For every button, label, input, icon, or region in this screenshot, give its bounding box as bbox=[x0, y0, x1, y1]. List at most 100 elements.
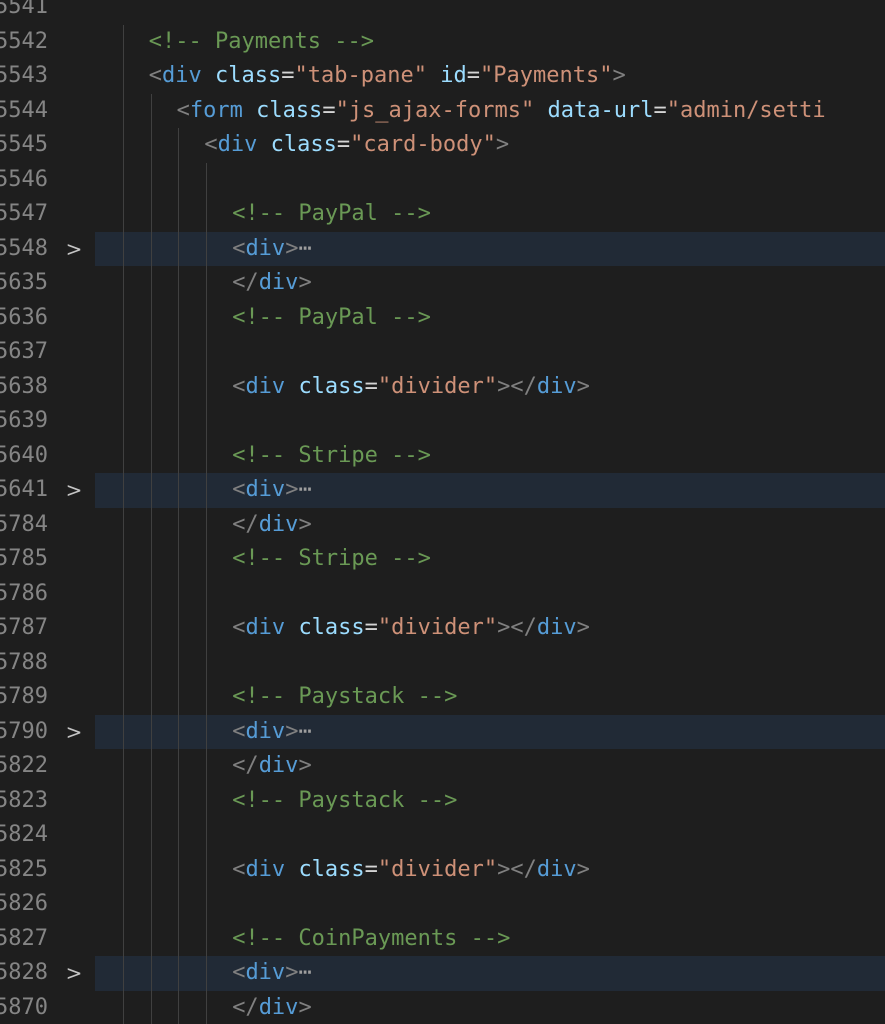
chevron-right-icon[interactable]: > bbox=[62, 473, 86, 508]
code-content[interactable]: <div class="tab-pane" id="Payments"> bbox=[95, 59, 885, 94]
code-content[interactable] bbox=[95, 645, 885, 680]
code-line[interactable]: 5789 <!-- Paystack --> bbox=[0, 680, 885, 715]
code-content[interactable] bbox=[95, 404, 885, 439]
folded-ellipsis[interactable]: ⋯ bbox=[298, 477, 311, 502]
code-editor[interactable]: 5541 5542 <!-- Payments --> 5543 <div class=… bbox=[0, 0, 885, 1024]
code-line[interactable]: 5543 <div class="tab-pane" id="Payments"> bbox=[0, 59, 885, 94]
indent-guide bbox=[123, 921, 124, 956]
code-content[interactable]: <div>⋯ bbox=[95, 714, 885, 749]
code-content[interactable]: <!-- Paystack --> bbox=[95, 680, 885, 715]
code-line[interactable]: 5541 bbox=[0, 0, 885, 25]
folded-ellipsis[interactable]: ⋯ bbox=[298, 236, 311, 261]
indent-guide bbox=[123, 818, 124, 853]
code-content[interactable]: </div> bbox=[95, 749, 885, 784]
code-line[interactable]: 5870 </div> bbox=[0, 990, 885, 1024]
folded-ellipsis[interactable]: ⋯ bbox=[298, 719, 311, 744]
indent-guide bbox=[123, 887, 124, 922]
indent-guide bbox=[123, 59, 124, 94]
code-line[interactable]: 5826 bbox=[0, 887, 885, 922]
indent-guide bbox=[123, 990, 124, 1024]
code-line[interactable]: 5546 bbox=[0, 162, 885, 197]
code-line[interactable]: 5784 </div> bbox=[0, 507, 885, 542]
code-token: = bbox=[653, 97, 667, 123]
code-content[interactable]: </div> bbox=[95, 266, 885, 301]
code-line[interactable]: 5825 <div class="divider"></div> bbox=[0, 852, 885, 887]
chevron-right-icon[interactable]: > bbox=[62, 715, 86, 750]
code-content[interactable] bbox=[95, 818, 885, 853]
indent-guide bbox=[206, 404, 207, 439]
code-token: div bbox=[245, 960, 286, 985]
code-content[interactable]: <div>⋯ bbox=[95, 956, 885, 991]
code-line[interactable]: 5641 > <div>⋯ bbox=[0, 473, 885, 508]
code-line[interactable]: 5542 <!-- Payments --> bbox=[0, 24, 885, 59]
code-token: <!-- Paystack --> bbox=[232, 787, 458, 813]
code-line[interactable]: 5823 <!-- Paystack --> bbox=[0, 783, 885, 819]
code-content[interactable]: <!-- Stripe --> bbox=[95, 542, 885, 577]
line-number: 5547 bbox=[0, 201, 48, 226]
code-content[interactable]: <div>⋯ bbox=[95, 231, 885, 266]
code-content[interactable] bbox=[95, 887, 885, 922]
code-content[interactable]: <!-- Payments --> bbox=[95, 24, 885, 59]
code-line[interactable]: 5824 bbox=[0, 818, 885, 853]
code-text: </div> bbox=[232, 749, 312, 784]
code-content[interactable] bbox=[95, 162, 885, 197]
code-content[interactable]: <!-- PayPal --> bbox=[95, 197, 885, 232]
code-token: > bbox=[612, 63, 626, 88]
code-token: div bbox=[245, 235, 286, 261]
code-text: <div class="tab-pane" id="Payments"> bbox=[149, 59, 626, 94]
code-content[interactable] bbox=[95, 0, 885, 25]
code-token: "divider" bbox=[377, 856, 498, 882]
code-token: div bbox=[245, 615, 286, 640]
code-token: "js_ajax-forms" bbox=[335, 97, 535, 123]
code-line[interactable]: 5548 > <div>⋯ bbox=[0, 231, 885, 267]
code-line[interactable]: 5547 <!-- PayPal --> bbox=[0, 197, 885, 232]
code-content[interactable] bbox=[95, 576, 885, 611]
chevron-right-icon[interactable]: > bbox=[62, 232, 86, 267]
indent-guide bbox=[123, 611, 124, 646]
code-content[interactable]: <!-- Stripe --> bbox=[95, 438, 885, 473]
code-text: <div class="card-body"> bbox=[204, 128, 509, 163]
code-content[interactable]: <!-- Paystack --> bbox=[95, 783, 885, 819]
code-line[interactable]: 5639 bbox=[0, 404, 885, 439]
code-line[interactable]: 5638 <div class="divider"></div> bbox=[0, 369, 885, 404]
code-token: < bbox=[204, 132, 218, 157]
code-content[interactable] bbox=[95, 335, 885, 370]
code-content[interactable]: <div class="divider"></div> bbox=[95, 852, 885, 887]
code-line[interactable]: 5636 <!-- PayPal --> bbox=[0, 300, 885, 335]
code-line[interactable]: 5787 <div class="divider"></div> bbox=[0, 611, 885, 646]
code-line[interactable]: 5827 <!-- CoinPayments --> bbox=[0, 921, 885, 956]
code-line[interactable]: 5545 <div class="card-body"> bbox=[0, 128, 885, 163]
code-text: <!-- PayPal --> bbox=[232, 197, 431, 232]
indent-guide bbox=[151, 990, 152, 1024]
code-content[interactable]: <!-- CoinPayments --> bbox=[95, 921, 885, 956]
line-number: 5828 bbox=[0, 960, 48, 985]
code-line[interactable]: 5544 <form class="js_ajax-forms" data-url… bbox=[0, 93, 885, 128]
code-content[interactable]: </div> bbox=[95, 507, 885, 542]
code-line[interactable]: 5637 bbox=[0, 335, 885, 370]
indent-guide bbox=[151, 542, 152, 577]
code-token: class bbox=[270, 132, 337, 157]
code-token: < bbox=[232, 960, 246, 985]
code-content[interactable]: <div class="divider"></div> bbox=[95, 369, 885, 404]
code-line[interactable]: 5785 <!-- Stripe --> bbox=[0, 542, 885, 577]
indent-guide bbox=[151, 93, 152, 128]
code-content[interactable]: </div> bbox=[95, 990, 885, 1024]
code-content[interactable]: <form class="js_ajax-forms" data-url="ad… bbox=[95, 93, 885, 128]
code-line[interactable]: 5635 </div> bbox=[0, 266, 885, 301]
line-number: 5870 bbox=[0, 994, 48, 1020]
chevron-right-icon[interactable]: > bbox=[62, 956, 86, 991]
code-line[interactable]: 5790 > <div>⋯ bbox=[0, 714, 885, 750]
code-line[interactable]: 5822 </div> bbox=[0, 749, 885, 784]
code-content[interactable]: <!-- PayPal --> bbox=[95, 300, 885, 335]
code-line[interactable]: 5640 <!-- Stripe --> bbox=[0, 438, 885, 473]
code-text: <!-- Paystack --> bbox=[232, 784, 457, 819]
code-token: > bbox=[285, 718, 299, 744]
folded-ellipsis[interactable]: ⋯ bbox=[298, 960, 311, 985]
code-content[interactable]: <div>⋯ bbox=[95, 473, 885, 508]
code-content[interactable]: <div class="divider"></div> bbox=[95, 611, 885, 646]
code-content[interactable]: <div class="card-body"> bbox=[95, 128, 885, 163]
line-number: 5544 bbox=[0, 97, 48, 123]
code-line[interactable]: 5786 bbox=[0, 576, 885, 611]
code-line[interactable]: 5828 > <div>⋯ bbox=[0, 956, 885, 991]
code-line[interactable]: 5788 bbox=[0, 645, 885, 680]
